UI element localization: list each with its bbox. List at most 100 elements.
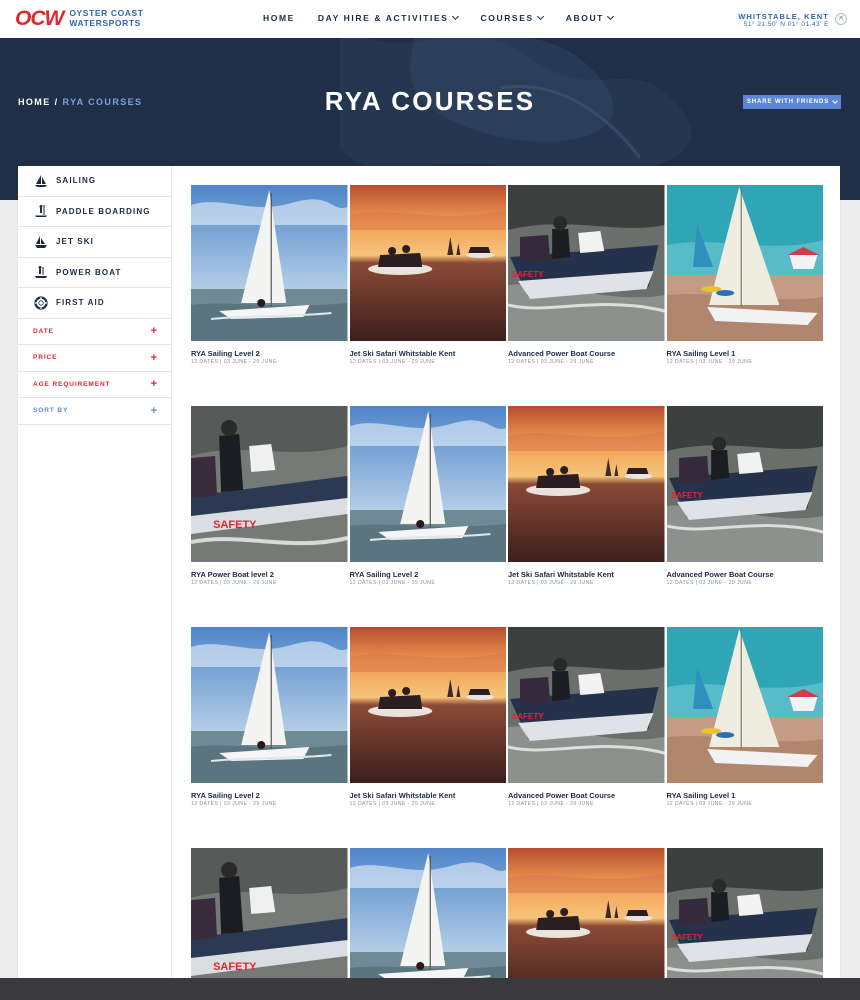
sidebar-item-power-boat[interactable]: POWER BOAT bbox=[18, 258, 171, 288]
filter-label: PRICE bbox=[33, 354, 58, 362]
svg-text:SAFETY: SAFETY bbox=[512, 270, 544, 279]
logo-line-2: WATERSPORTS bbox=[69, 17, 141, 28]
course-dates: 12 DATES | 03 JUNE - 29 JUNE bbox=[349, 359, 436, 365]
course-title[interactable]: Advanced Power Boat Course bbox=[667, 570, 824, 579]
power-boat-icon bbox=[35, 266, 47, 279]
course-card[interactable]: Jet Ski Safari Whitstable Kent12 DATES |… bbox=[508, 406, 665, 587]
course-dates: 12 DATES | 03 JUNE - 29 JUNE bbox=[508, 580, 594, 586]
course-dates: 12 DATES | 03 JUNE - 29 JUNE bbox=[191, 801, 277, 807]
sidebar-item-sailing[interactable]: SAILING bbox=[18, 166, 171, 197]
course-dates: 12 DATES | 03 JUNE - 29 JUNE bbox=[666, 580, 753, 586]
course-image[interactable]: SAFETY bbox=[508, 185, 665, 341]
location-info: WHITSTABLE, KENT 51° 21.50' N 01° 01.43'… bbox=[738, 12, 829, 29]
nav-courses[interactable]: COURSES bbox=[480, 12, 544, 23]
brand-logo[interactable]: OCW OYSTER COAST WATERSPORTS bbox=[15, 8, 144, 29]
course-image[interactable] bbox=[349, 185, 506, 341]
course-title[interactable]: Jet Ski Safari Whitstable Kent bbox=[508, 570, 665, 579]
course-title[interactable]: RYA Sailing Level 1 bbox=[667, 349, 824, 358]
svg-text:SAFETY: SAFETY bbox=[213, 961, 257, 973]
share-button[interactable]: SHARE WITH FRIENDS bbox=[743, 95, 841, 109]
course-image[interactable] bbox=[666, 185, 823, 341]
course-dates: 12 DATES | 03 JUNE - 29 JUNE bbox=[191, 580, 277, 586]
course-title[interactable]: Jet Ski Safari Whitstable Kent bbox=[350, 349, 507, 358]
paddle-board-icon bbox=[35, 205, 47, 218]
course-image[interactable]: SAFETY bbox=[666, 406, 823, 562]
svg-text:SAFETY: SAFETY bbox=[512, 712, 544, 721]
course-dates: 12 DATES | 03 JUNE - 29 JUNE bbox=[349, 580, 436, 586]
sidebar-item-label: JET SKI bbox=[56, 237, 94, 247]
course-card[interactable]: RYA Sailing Level 212 DATES | 03 JUNE - … bbox=[349, 406, 507, 587]
svg-text:SAFETY: SAFETY bbox=[671, 491, 703, 500]
filter-label: SORT BY bbox=[33, 407, 69, 415]
chevron-down-icon bbox=[606, 12, 615, 21]
course-title[interactable]: RYA Sailing Level 2 bbox=[191, 791, 348, 800]
course-title[interactable]: Advanced Power Boat Course bbox=[508, 791, 665, 800]
course-card[interactable]: Jet Ski Safari Whitstable Kent12 DATES |… bbox=[349, 185, 507, 366]
course-dates: 12 DATES | 03 JUNE - 29 JUNE bbox=[349, 801, 436, 807]
course-card[interactable]: Jet Ski Safari Whitstable Kent12 DATES |… bbox=[349, 627, 507, 808]
nav-about[interactable]: ABOUT bbox=[565, 12, 615, 23]
course-title[interactable]: RYA Sailing Level 1 bbox=[667, 791, 824, 800]
course-image[interactable] bbox=[191, 627, 348, 783]
course-image[interactable]: SAFETY bbox=[508, 627, 665, 783]
sidebar-item-first-aid[interactable]: FIRST AID bbox=[18, 288, 171, 319]
sidebar-divider bbox=[171, 166, 172, 978]
filter-sort-by[interactable]: SORT BY + bbox=[18, 398, 171, 425]
course-image[interactable]: SAFETY bbox=[191, 406, 348, 562]
nav-about-label: ABOUT bbox=[565, 13, 604, 23]
footer bbox=[0, 978, 860, 1000]
course-image[interactable] bbox=[349, 627, 506, 783]
filter-age-requirement[interactable]: AGE REQUIREMENT + bbox=[18, 372, 171, 398]
plus-icon: + bbox=[150, 325, 157, 338]
filter-label: AGE REQUIREMENT bbox=[33, 380, 111, 388]
course-image[interactable] bbox=[666, 627, 823, 783]
nav-home-label: HOME bbox=[263, 13, 295, 23]
sailboat-icon bbox=[35, 174, 47, 187]
course-dates: 12 DATES | 03 JUNE - 29 JUNE bbox=[191, 359, 277, 365]
course-image[interactable] bbox=[191, 185, 348, 341]
course-title[interactable]: RYA Sailing Level 2 bbox=[191, 349, 348, 358]
nav-home[interactable]: HOME bbox=[263, 13, 295, 23]
course-dates: 12 DATES | 03 JUNE - 29 JUNE bbox=[666, 801, 753, 807]
course-card[interactable]: SAFETY RYA Power Boat level 212 DATES | … bbox=[191, 406, 348, 587]
course-image[interactable] bbox=[508, 406, 665, 562]
nav-day-hire-label: DAY HIRE & ACTIVITIES bbox=[317, 13, 449, 23]
course-title[interactable]: RYA Sailing Level 2 bbox=[350, 570, 507, 579]
course-card[interactable]: RYA Sailing Level 1 12 DATES | 03 JUNE - … bbox=[666, 627, 824, 808]
sidebar-item-jet-ski[interactable]: JET SKI bbox=[18, 227, 171, 258]
share-button-label: SHARE WITH FRIENDS bbox=[746, 99, 830, 105]
main-menu: HOME DAY HIRE & ACTIVITIES COURSES ABOUT bbox=[263, 12, 636, 23]
course-title[interactable]: Jet Ski Safari Whitstable Kent bbox=[350, 791, 507, 800]
filter-label: DATE bbox=[33, 327, 54, 335]
location-coordinates: 51° 21.50' N 01° 01.43' E bbox=[743, 21, 829, 28]
course-dates: 12 DATES | 03 JUNE - 29 JUNE bbox=[508, 359, 594, 365]
logo-mark: OCW bbox=[15, 7, 64, 30]
course-title[interactable]: RYA Power Boat level 2 bbox=[191, 570, 348, 579]
course-dates: 12 DATES | 03 JUNE - 29 JUNE bbox=[666, 359, 753, 365]
chevron-down-icon bbox=[451, 12, 459, 21]
course-card[interactable]: SAFETY Advanced Power Boat Course12 DATE… bbox=[508, 185, 665, 366]
plus-icon: + bbox=[150, 351, 157, 364]
sidebar-item-paddle-boarding[interactable]: PADDLE BOARDING bbox=[18, 197, 171, 227]
location-name: WHITSTABLE, KENT bbox=[738, 12, 829, 21]
nav-courses-label: COURSES bbox=[480, 13, 534, 23]
content-panel: SAILING PADDLE BOARDING JET SKI POWER BO… bbox=[18, 166, 840, 1000]
course-card[interactable]: SAFETY Advanced Power Boat Course12 DATE… bbox=[508, 627, 665, 808]
chevron-down-icon bbox=[832, 98, 838, 104]
nav-day-hire[interactable]: DAY HIRE & ACTIVITIES bbox=[317, 12, 459, 23]
course-card[interactable]: SAFETY Advanced Power Boat Course12 DATE… bbox=[666, 406, 824, 587]
course-dates: 12 DATES | 03 JUNE - 29 JUNE bbox=[508, 801, 594, 807]
filter-price[interactable]: PRICE + bbox=[18, 345, 171, 372]
course-image[interactable] bbox=[349, 406, 506, 562]
compass-icon[interactable]: ✕ bbox=[835, 13, 847, 25]
course-title[interactable]: Advanced Power Boat Course bbox=[508, 349, 665, 358]
course-card[interactable]: RYA Sailing Level 1 12 DATES | 03 JUNE - … bbox=[666, 185, 824, 366]
course-card[interactable]: RYA Sailing Level 212 DATES | 03 JUNE - … bbox=[191, 185, 348, 366]
course-card[interactable]: RYA Sailing Level 212 DATES | 03 JUNE - … bbox=[191, 627, 348, 808]
plus-icon: + bbox=[150, 404, 157, 417]
jet-ski-icon bbox=[35, 235, 47, 248]
lifebuoy-icon bbox=[34, 296, 48, 310]
sidebar-item-label: SAILING bbox=[56, 176, 97, 186]
sidebar-item-label: PADDLE BOARDING bbox=[56, 206, 151, 216]
filter-date[interactable]: DATE + bbox=[18, 319, 171, 345]
